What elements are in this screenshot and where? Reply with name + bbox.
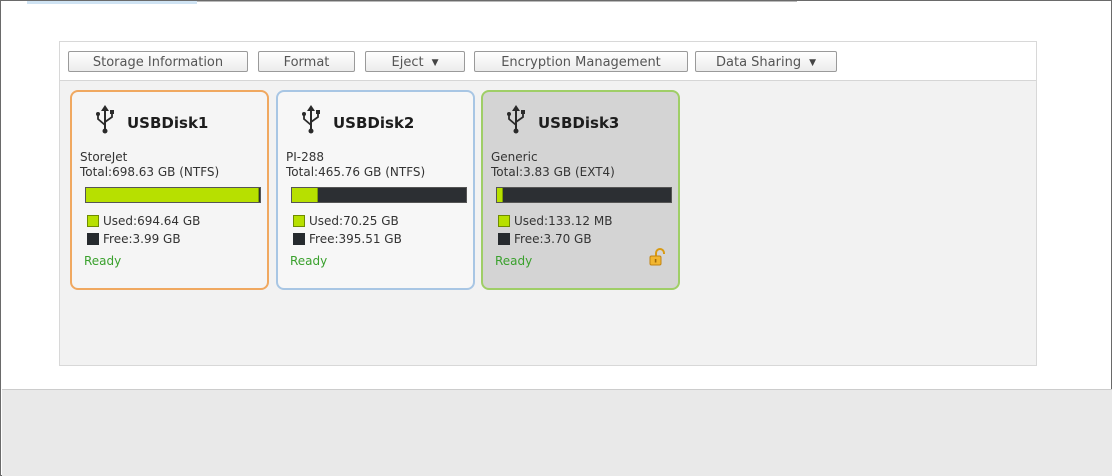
used-value: Used:694.64 GB xyxy=(103,214,201,228)
disk-name: USBDisk2 xyxy=(333,114,415,132)
storage-information-label: Storage Information xyxy=(92,55,224,70)
chevron-down-icon: ▼ xyxy=(431,58,439,68)
usb-icon xyxy=(96,105,114,134)
usage-bar xyxy=(291,187,467,203)
disk-vendor: PI-288 xyxy=(286,150,325,164)
disk-total: Total:698.63 GB (NTFS) xyxy=(80,165,220,179)
usage-bar-fill xyxy=(86,188,259,202)
top-divider xyxy=(197,1,797,2)
used-value: Used:133.12 MB xyxy=(514,214,613,228)
disk-card-usbdisk2[interactable]: USBDisk2 PI-288 Total:465.76 GB (NTFS) U… xyxy=(276,90,475,290)
disk-total: Total:3.83 GB (EXT4) xyxy=(491,165,615,179)
data-sharing-label: Data Sharing xyxy=(716,55,802,70)
free-legend: Free:3.70 GB xyxy=(498,232,592,246)
used-swatch xyxy=(498,215,510,227)
toolbar: Storage Information Format Eject ▼ Encryp… xyxy=(60,42,1036,81)
used-legend: Used:70.25 GB xyxy=(293,214,399,228)
encryption-management-label: Encryption Management xyxy=(501,55,661,70)
usb-icon xyxy=(302,105,320,134)
free-value: Free:3.70 GB xyxy=(514,232,592,246)
used-legend: Used:694.64 GB xyxy=(87,214,200,228)
disk-total: Total:465.76 GB (NTFS) xyxy=(286,165,426,179)
usage-bar-fill xyxy=(292,188,319,202)
free-legend: Free:395.51 GB xyxy=(293,232,402,246)
format-label: Format xyxy=(283,55,330,70)
used-legend: Used:133.12 MB xyxy=(498,214,612,228)
format-button[interactable]: Format xyxy=(258,51,355,72)
free-value: Free:3.99 GB xyxy=(103,232,181,246)
top-tab-hint xyxy=(27,1,197,4)
disk-vendor: Generic xyxy=(491,150,538,164)
window-frame: Storage Information Format Eject ▼ Encryp… xyxy=(0,0,1112,476)
footer-bar xyxy=(2,389,1112,476)
external-storage-panel: Storage Information Format Eject ▼ Encryp… xyxy=(59,41,1037,366)
chevron-down-icon: ▼ xyxy=(809,58,816,68)
usage-bar xyxy=(496,187,672,203)
usage-bar xyxy=(85,187,261,203)
encryption-management-button[interactable]: Encryption Management xyxy=(474,51,688,72)
status-text: Ready xyxy=(290,254,328,268)
used-value: Used:70.25 GB xyxy=(309,214,399,228)
status-text: Ready xyxy=(495,254,533,268)
usage-bar-fill xyxy=(497,188,503,202)
disk-card-usbdisk1[interactable]: USBDisk1 StoreJet Total:698.63 GB (NTFS)… xyxy=(70,90,269,290)
status-text: Ready xyxy=(84,254,122,268)
eject-button[interactable]: Eject ▼ xyxy=(365,51,465,72)
free-value: Free:395.51 GB xyxy=(309,232,402,246)
free-legend: Free:3.99 GB xyxy=(87,232,181,246)
unlock-icon[interactable] xyxy=(648,248,666,266)
used-swatch xyxy=(87,215,99,227)
free-swatch xyxy=(498,233,510,245)
free-swatch xyxy=(87,233,99,245)
usb-icon xyxy=(507,105,525,134)
disk-vendor: StoreJet xyxy=(80,150,128,164)
disk-name: USBDisk1 xyxy=(127,114,209,132)
used-swatch xyxy=(293,215,305,227)
eject-label: Eject xyxy=(391,55,424,70)
storage-information-button[interactable]: Storage Information xyxy=(68,51,248,72)
data-sharing-button[interactable]: Data Sharing ▼ xyxy=(695,51,837,72)
disk-name: USBDisk3 xyxy=(538,114,620,132)
disk-card-usbdisk3[interactable]: USBDisk3 Generic Total:3.83 GB (EXT4) Us… xyxy=(481,90,680,290)
free-swatch xyxy=(293,233,305,245)
